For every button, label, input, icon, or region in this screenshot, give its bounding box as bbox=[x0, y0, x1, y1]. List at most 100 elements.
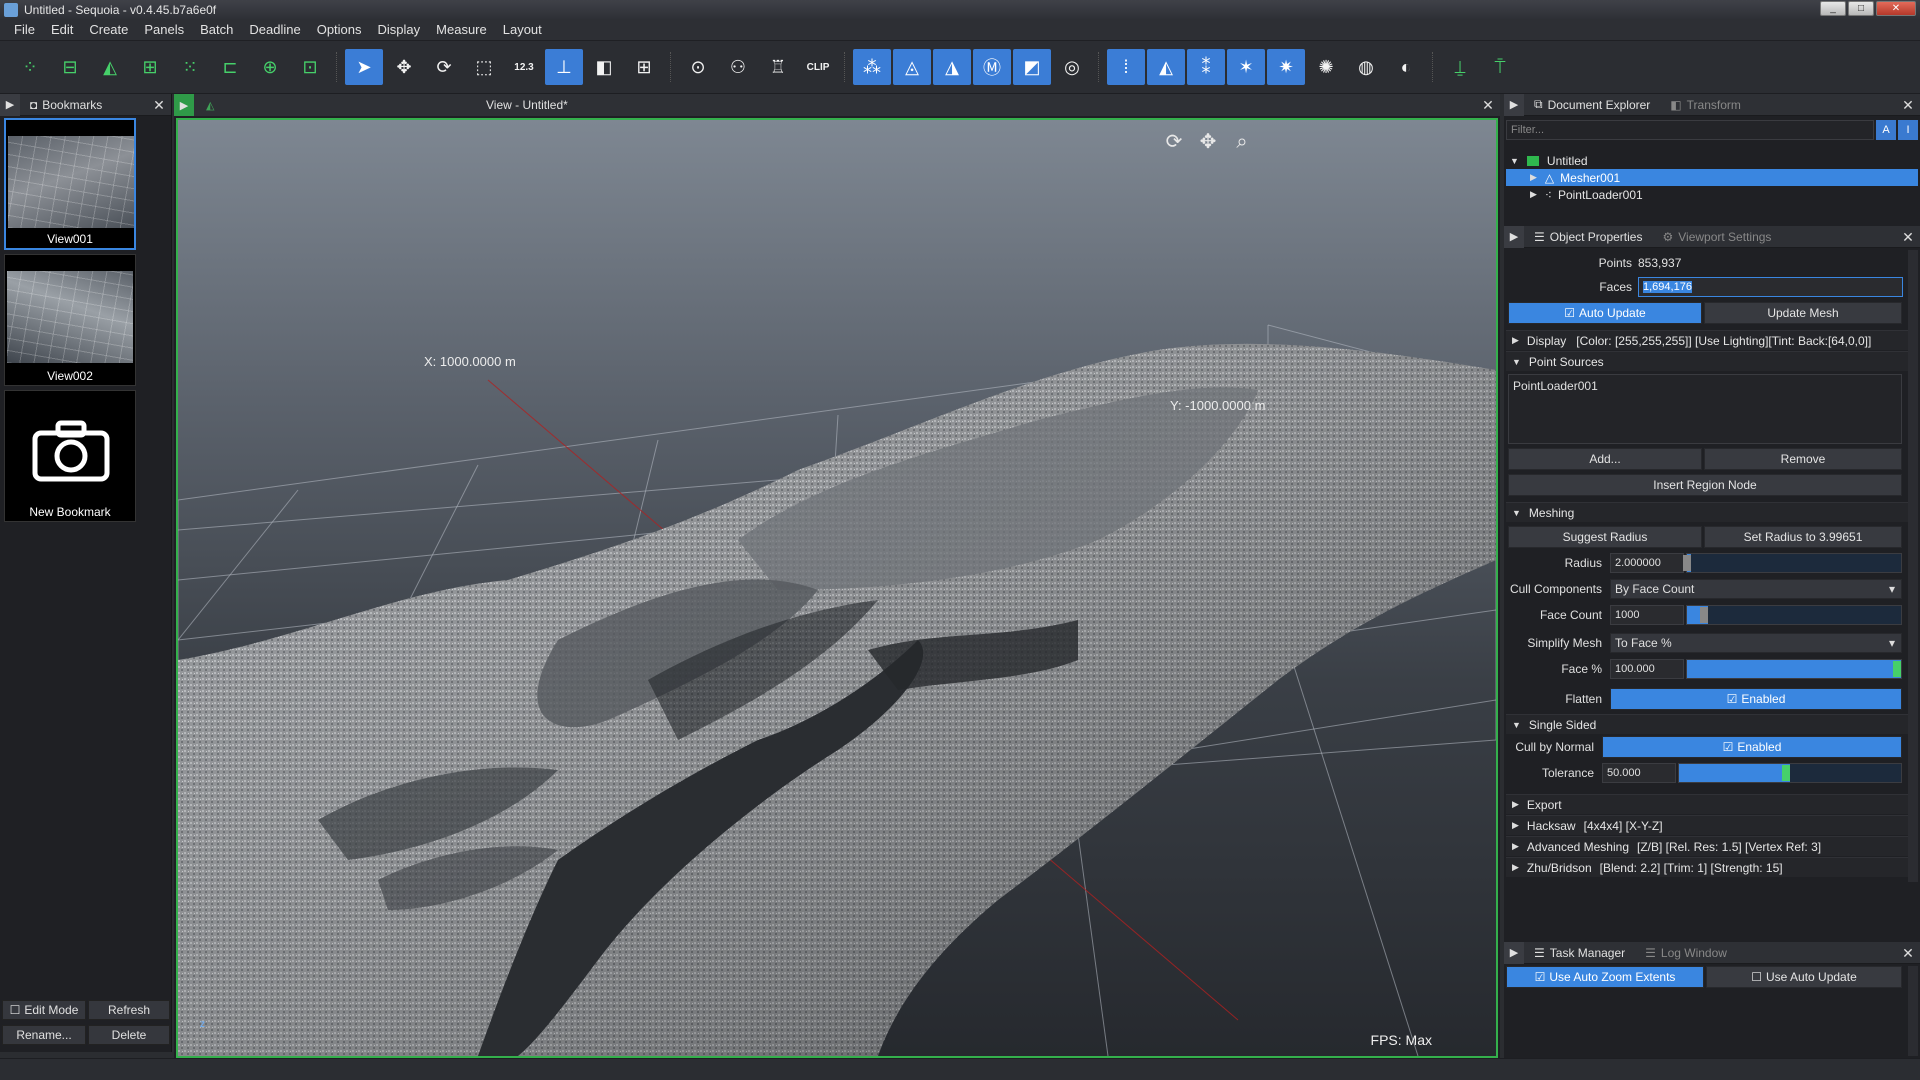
tab-transform[interactable]: ◧ Transform bbox=[1660, 94, 1751, 116]
close-button[interactable]: ✕ bbox=[1876, 1, 1916, 16]
add-source-button[interactable]: Add... bbox=[1508, 448, 1702, 470]
delete-button[interactable]: Delete bbox=[88, 1025, 170, 1045]
mesh-edit-icon[interactable]: ◮ bbox=[933, 49, 971, 85]
insert-region-button[interactable]: Insert Region Node bbox=[1508, 474, 1902, 496]
points-c-icon[interactable]: ⁑ bbox=[1187, 49, 1225, 85]
tower-icon[interactable]: ♖ bbox=[759, 49, 797, 85]
cull-normal-toggle[interactable]: ☑ Enabled bbox=[1602, 736, 1902, 758]
panel-toggle-icon[interactable]: ▶ bbox=[0, 93, 20, 116]
points-a-icon[interactable]: ⁞ bbox=[1107, 49, 1145, 85]
point-sources-group[interactable]: ▼ Point Sources bbox=[1506, 351, 1910, 371]
mesh-m-icon[interactable]: Ⓜ bbox=[973, 49, 1011, 85]
people-icon[interactable]: ⚇ bbox=[719, 49, 757, 85]
rename-button[interactable]: Rename... bbox=[2, 1025, 86, 1045]
zhu-bridson-group[interactable]: ▶ Zhu/Bridson [Blend: 2.2] [Trim: 1] [St… bbox=[1506, 857, 1910, 877]
point-cloud-transform-icon[interactable]: ⊏ bbox=[211, 49, 249, 85]
task-scrollbar[interactable] bbox=[1908, 966, 1918, 1056]
point-cloud-region-icon[interactable]: ⊡ bbox=[291, 49, 329, 85]
meshing-group[interactable]: ▼ Meshing bbox=[1506, 502, 1910, 522]
tab-viewport-settings[interactable]: ⚙ Viewport Settings bbox=[1652, 226, 1781, 248]
filter-case-button[interactable]: A bbox=[1876, 120, 1896, 140]
menu-options[interactable]: Options bbox=[309, 22, 370, 37]
bookmark-new[interactable]: New Bookmark bbox=[4, 390, 136, 522]
close-icon[interactable]: ✕ bbox=[1900, 945, 1916, 961]
tab-bookmarks[interactable]: ◘ Bookmarks bbox=[20, 94, 112, 116]
tab-object-properties[interactable]: ☰ Object Properties bbox=[1524, 226, 1652, 248]
tab-log-window[interactable]: ☰ Log Window bbox=[1635, 942, 1737, 964]
point-cloud-mesh-icon[interactable]: ◭ bbox=[91, 49, 129, 85]
points-d-icon[interactable]: ✶ bbox=[1227, 49, 1265, 85]
suggest-radius-button[interactable]: Suggest Radius bbox=[1508, 526, 1702, 548]
menu-batch[interactable]: Batch bbox=[192, 22, 241, 37]
slider-knob[interactable] bbox=[1782, 765, 1790, 781]
move-icon[interactable]: ✥ bbox=[385, 49, 423, 85]
close-icon[interactable]: ✕ bbox=[1480, 97, 1496, 113]
menu-layout[interactable]: Layout bbox=[495, 22, 550, 37]
task-auto-update-toggle[interactable]: ☐ Use Auto Update bbox=[1706, 966, 1902, 988]
point-cloud-box-icon[interactable]: ⊟ bbox=[51, 49, 89, 85]
panel-toggle-icon[interactable]: ▶ bbox=[1504, 941, 1524, 964]
point-sources-list[interactable]: PointLoader001 bbox=[1508, 374, 1902, 444]
point-cloud-filter-icon[interactable]: ⁙ bbox=[171, 49, 209, 85]
pan-icon[interactable]: ✥ bbox=[1196, 130, 1220, 154]
close-icon[interactable]: ✕ bbox=[151, 97, 167, 113]
face-pct-slider[interactable] bbox=[1686, 659, 1902, 679]
sphere-icon[interactable]: ◍ bbox=[1347, 49, 1385, 85]
advanced-meshing-group[interactable]: ▶ Advanced Meshing [Z/B] [Rel. Res: 1.5]… bbox=[1506, 836, 1910, 856]
close-icon[interactable]: ✕ bbox=[1900, 97, 1916, 113]
display-group[interactable]: ▶ Display [Color: [255,255,255]] [Use Li… bbox=[1506, 330, 1910, 350]
zoom-icon[interactable]: ⌕ bbox=[1230, 130, 1254, 154]
slider-knob[interactable] bbox=[1700, 607, 1709, 623]
menu-deadline[interactable]: Deadline bbox=[241, 22, 308, 37]
radius-field[interactable]: 2.000000 bbox=[1610, 553, 1684, 573]
panel-toggle-icon[interactable]: ▶ bbox=[1504, 225, 1524, 248]
point-cloud-sample-icon[interactable]: ⊞ bbox=[131, 49, 169, 85]
refresh-button[interactable]: Refresh bbox=[88, 1000, 170, 1020]
pin-add-icon[interactable]: ⍊ bbox=[1441, 49, 1479, 85]
slider-knob[interactable] bbox=[1683, 555, 1692, 571]
menu-create[interactable]: Create bbox=[81, 22, 136, 37]
menu-file[interactable]: File bbox=[6, 22, 43, 37]
points-b-icon[interactable]: ◭ bbox=[1147, 49, 1185, 85]
clip-icon[interactable]: CLIP bbox=[799, 49, 837, 85]
select-pointer-icon[interactable]: ➤ bbox=[345, 49, 383, 85]
points-e-icon[interactable]: ✷ bbox=[1267, 49, 1305, 85]
measure-icon[interactable]: 12.3 bbox=[505, 49, 543, 85]
tree-item-mesher[interactable]: ▶ △ Mesher001 bbox=[1506, 169, 1918, 186]
shade-icon[interactable]: ◐ bbox=[1387, 49, 1425, 85]
tolerance-slider[interactable] bbox=[1678, 763, 1902, 783]
axis-icon[interactable]: ⊥ bbox=[545, 49, 583, 85]
properties-scrollbar[interactable] bbox=[1908, 250, 1918, 882]
slider-knob[interactable] bbox=[1893, 661, 1901, 677]
simplify-mesh-select[interactable]: To Face % bbox=[1610, 633, 1902, 653]
minimize-button[interactable]: _ bbox=[1820, 1, 1846, 16]
grid-icon[interactable]: ⊞ bbox=[625, 49, 663, 85]
close-icon[interactable]: ✕ bbox=[1900, 229, 1916, 245]
maximize-button[interactable]: □ bbox=[1848, 1, 1874, 16]
single-sided-group[interactable]: ▼ Single Sided bbox=[1506, 714, 1910, 734]
flatten-toggle[interactable]: ☑ Enabled bbox=[1610, 688, 1902, 710]
tolerance-field[interactable]: 50.000 bbox=[1602, 763, 1676, 783]
camera-icon[interactable]: ◎ bbox=[1053, 49, 1091, 85]
bookmark-view001[interactable]: View001 bbox=[4, 118, 136, 250]
cull-components-select[interactable]: By Face Count bbox=[1610, 579, 1902, 599]
scale-icon[interactable]: ⬚ bbox=[465, 49, 503, 85]
rotate-icon[interactable]: ⟳ bbox=[425, 49, 463, 85]
menu-panels[interactable]: Panels bbox=[136, 22, 192, 37]
menu-display[interactable]: Display bbox=[370, 22, 429, 37]
mesher-icon[interactable]: ⁂ bbox=[853, 49, 891, 85]
filter-input[interactable]: Filter... bbox=[1506, 120, 1874, 140]
view-cube-icon[interactable]: ◧ bbox=[585, 49, 623, 85]
viewport-toggle-icon[interactable]: ▶ bbox=[174, 94, 194, 116]
auto-zoom-toggle[interactable]: ☑ Use Auto Zoom Extents bbox=[1506, 966, 1704, 988]
face-count-slider[interactable] bbox=[1686, 605, 1902, 625]
tree-item-untitled[interactable]: ▼ Untitled bbox=[1506, 152, 1918, 169]
orbit-icon[interactable]: ⟳ bbox=[1162, 130, 1186, 154]
set-radius-button[interactable]: Set Radius to 3.99651 bbox=[1704, 526, 1902, 548]
mesh-camera-icon[interactable]: ◩ bbox=[1013, 49, 1051, 85]
export-group[interactable]: ▶ Export bbox=[1506, 794, 1910, 814]
mesh-icon[interactable]: ◬ bbox=[893, 49, 931, 85]
light-icon[interactable]: ✺ bbox=[1307, 49, 1345, 85]
update-mesh-button[interactable]: Update Mesh bbox=[1704, 302, 1902, 324]
panel-toggle-icon[interactable]: ▶ bbox=[1504, 93, 1524, 116]
